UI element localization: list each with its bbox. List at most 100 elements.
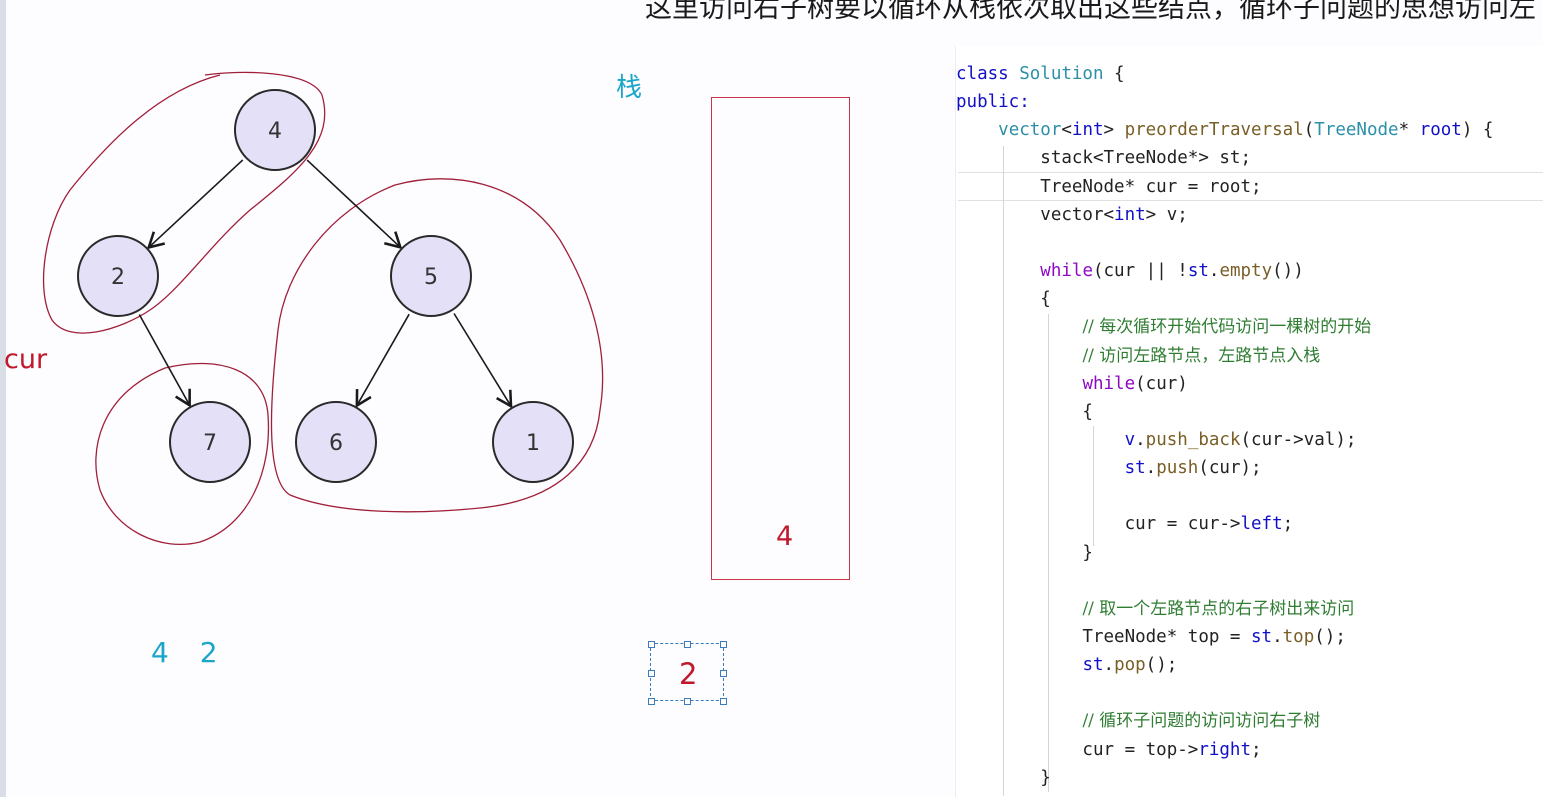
tree-edge-n4-n5 <box>306 159 403 250</box>
code-comment: // 取一个左路节点的右子树出来访问 <box>1082 598 1355 619</box>
code-line: vector<int> preorderTraversal(TreeNode* … <box>956 116 1493 144</box>
code-line: class Solution { <box>956 60 1125 88</box>
resize-handle-s[interactable] <box>684 698 691 705</box>
resize-handle-sw[interactable] <box>648 698 655 705</box>
code-token: > v; <box>1145 204 1188 225</box>
tree-node-1: 1 <box>492 401 574 483</box>
code-line: while(cur || !st.empty()) <box>956 257 1304 285</box>
code-token: (cur) <box>1135 373 1188 394</box>
code-token: push <box>1156 458 1199 479</box>
code-token: st <box>1187 261 1209 282</box>
code-token: class <box>956 64 1020 84</box>
tree-node-label: 4 <box>268 119 282 144</box>
stack-title: 栈 <box>616 73 643 103</box>
code-token: (); <box>1314 627 1346 647</box>
code-line: // 循环子问题的访问访问右子树 <box>956 707 1320 735</box>
code-token: while <box>1040 261 1093 282</box>
code-token: v <box>1124 429 1136 450</box>
code-line: { <box>956 398 1093 426</box>
code-token: push_back <box>1145 429 1241 450</box>
code-token: { <box>956 289 1051 310</box>
code-token: (); <box>1145 655 1178 676</box>
resize-handle-nw[interactable] <box>648 641 655 648</box>
stack-box <box>711 97 850 580</box>
code-token: TreeNode* top = <box>956 627 1252 647</box>
resize-handle-n[interactable] <box>684 641 691 648</box>
code-editor[interactable]: class Solution {public: vector<int> preo… <box>955 46 1543 797</box>
code-token: vector <box>998 120 1062 141</box>
resize-handle-se[interactable] <box>720 698 727 705</box>
code-line: st.pop(); <box>956 651 1177 679</box>
code-token: . <box>1145 458 1157 479</box>
tree-node-label: 2 <box>111 265 125 290</box>
code-line: // 取一个左路节点的右子树出来访问 <box>956 595 1354 623</box>
tree-edge-n5-n1 <box>453 313 513 409</box>
code-token: TreeNode <box>1314 120 1399 141</box>
code-token: cur = cur-> <box>956 514 1241 535</box>
resize-handle-e[interactable] <box>720 670 727 677</box>
code-token: . <box>1103 655 1115 676</box>
code-token: (cur); <box>1198 458 1262 479</box>
code-token: left <box>1240 514 1283 535</box>
tree-node-2: 2 <box>77 235 159 317</box>
code-token: ()) <box>1272 261 1304 282</box>
stack-item: 4 <box>776 521 794 552</box>
code-token: int <box>1114 204 1146 225</box>
tree-node-7: 7 <box>169 401 251 483</box>
code-line: } <box>956 764 1051 792</box>
code-token: . <box>1272 627 1283 647</box>
code-token: right <box>1198 739 1252 760</box>
code-token: ( <box>1303 120 1315 141</box>
tree-edge-n5-n6 <box>355 313 410 408</box>
code-line: // 每次循环开始代码访问一棵树的开始 <box>956 313 1371 341</box>
code-token: pop <box>1114 655 1146 676</box>
code-token: } <box>956 767 1051 788</box>
tree-node-label: 7 <box>203 431 217 456</box>
code-token: < <box>1061 120 1072 141</box>
code-token: { <box>956 401 1093 422</box>
tree-nodes: 4 2 5 7 6 1 <box>77 89 574 483</box>
code-token: . <box>1208 261 1220 282</box>
code-token: stack<TreeNode*> st; <box>956 148 1252 169</box>
tree-node-5: 5 <box>390 235 472 317</box>
cur-pointer-label: cur <box>4 344 48 375</box>
code-token: . <box>1135 429 1146 450</box>
code-line: { <box>956 285 1051 313</box>
code-token: (cur || ! <box>1092 261 1188 282</box>
selected-text[interactable]: 2 <box>679 657 697 691</box>
code-token: root <box>1419 120 1462 141</box>
code-line: v.push_back(cur->val); <box>956 426 1357 454</box>
code-line: public: <box>956 88 1030 116</box>
resize-handle-ne[interactable] <box>720 641 727 648</box>
code-comment: // 访问左路节点，左路节点入栈 <box>1082 345 1321 366</box>
tree-edge-n4-n2 <box>146 159 244 250</box>
code-token: while <box>1082 373 1136 394</box>
code-line: } <box>956 539 1093 567</box>
code-token: ; <box>1282 514 1294 535</box>
code-line: cur = top->right; <box>956 736 1262 764</box>
code-token: ; <box>1251 739 1262 760</box>
code-line: vector<int> v; <box>956 201 1188 229</box>
code-line: while(cur) <box>956 370 1188 398</box>
resize-handle-w[interactable] <box>648 670 655 677</box>
code-token: > <box>1103 120 1125 141</box>
code-token: st <box>1251 627 1273 647</box>
code-token: top <box>1282 627 1315 647</box>
tree-node-label: 5 <box>424 265 438 290</box>
tree-node-4: 4 <box>234 89 316 171</box>
code-line: TreeNode* cur = root; <box>956 173 1261 201</box>
code-token: int <box>1071 120 1104 141</box>
tree-edge-n2-n7 <box>138 314 191 408</box>
code-line: stack<TreeNode*> st; <box>956 144 1251 172</box>
code-token: * <box>1398 120 1420 141</box>
code-token: empty <box>1219 261 1273 282</box>
code-token: st <box>1082 655 1104 676</box>
code-token: (cur->val); <box>1240 429 1357 450</box>
code-line: cur = cur->left; <box>956 510 1294 538</box>
